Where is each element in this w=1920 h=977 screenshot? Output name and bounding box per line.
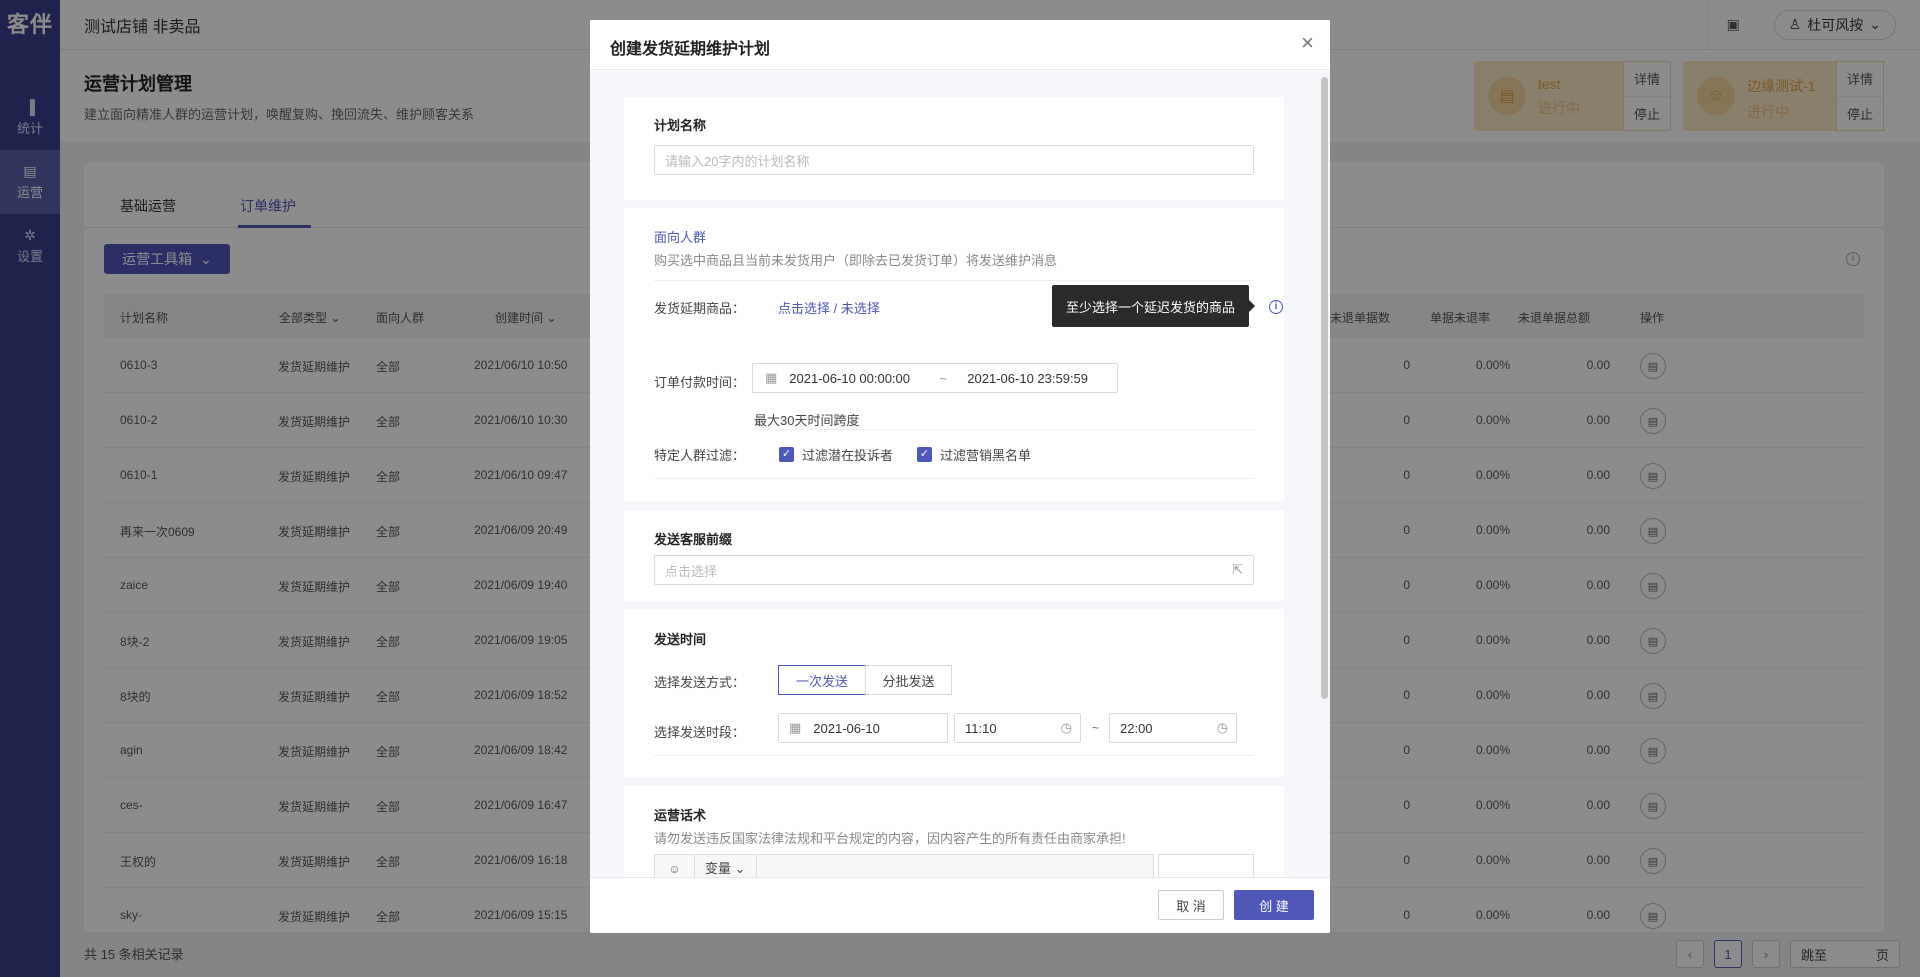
pay-time-range-picker[interactable]: ▦ 2021-06-10 00:00:00 ~ 2021-06-10 23:59…	[752, 363, 1118, 393]
variable-dropdown[interactable]: 变量 ⌄	[695, 855, 757, 877]
script-title: 运营话术	[654, 808, 707, 823]
modal-footer: 取 消 创 建	[590, 877, 1330, 933]
calendar-icon: ▦	[789, 720, 802, 735]
cancel-button[interactable]: 取 消	[1158, 890, 1224, 920]
delay-product-label: 发货延期商品：	[654, 301, 746, 316]
emoji-icon[interactable]: ☺	[655, 855, 695, 877]
pay-time-label: 订单付款时间：	[654, 375, 746, 390]
prefix-select[interactable]: 点击选择 ⇱	[654, 555, 1254, 585]
modal-header: 创建发货延期维护计划 ×	[590, 20, 1330, 70]
modal-title: 创建发货延期维护计划	[610, 41, 771, 58]
send-end-time-value: 22:00	[1120, 720, 1153, 736]
info-icon[interactable]: i	[1269, 300, 1283, 314]
range-separator: ~	[939, 370, 947, 386]
close-icon[interactable]: ×	[1301, 32, 1314, 54]
modal-body: 计划名称 请输入20字内的计划名称 面向人群 购买选中商品且当前未发货用户（即除…	[590, 71, 1330, 877]
time-range-separator: ~	[1092, 721, 1100, 735]
send-date-value: 2021-06-10	[813, 720, 880, 736]
external-link-icon: ⇱	[1232, 562, 1243, 577]
divider	[752, 429, 1254, 430]
prefix-section: 发送客服前缀 点击选择 ⇱	[624, 510, 1284, 601]
select-product-link[interactable]: 点击选择 / 未选择	[778, 298, 880, 317]
pay-time-start: 2021-06-10 00:00:00	[789, 370, 911, 386]
tooltip: 至少选择一个延迟发货的商品	[1052, 285, 1256, 327]
filter-blacklist-checkbox[interactable]: ✓	[917, 447, 932, 462]
divider	[654, 478, 1254, 479]
create-button[interactable]: 创 建	[1234, 890, 1314, 920]
script-side-box	[1158, 854, 1254, 877]
send-end-time-picker[interactable]: 22:00 ◷	[1109, 713, 1237, 743]
prefix-title: 发送客服前缀	[654, 532, 733, 547]
send-batch-option[interactable]: 分批发送	[865, 665, 952, 695]
clock-icon: ◷	[1060, 720, 1072, 735]
filter-blacklist-label: 过滤营销黑名单	[940, 448, 1032, 463]
divider	[654, 755, 1254, 756]
send-date-picker[interactable]: ▦ 2021-06-10	[778, 713, 948, 743]
send-start-time-picker[interactable]: 11:10 ◷	[954, 713, 1081, 743]
audience-title: 面向人群	[654, 230, 707, 245]
send-time-title: 发送时间	[654, 632, 707, 647]
send-period-label: 选择发送时段：	[654, 725, 746, 740]
send-mode-label: 选择发送方式：	[654, 675, 746, 690]
send-time-section: 发送时间 选择发送方式： 一次发送 分批发送 选择发送时段： ▦ 2021-06…	[624, 609, 1284, 777]
send-start-time-value: 11:10	[965, 720, 997, 736]
script-section: 运营话术 请勿发送违反国家法律法规和平台规定的内容，因内容产生的所有责任由商家承…	[624, 786, 1284, 877]
plan-name-label: 计划名称	[654, 118, 707, 133]
filter-complainers-checkbox[interactable]: ✓	[779, 447, 794, 462]
divider	[654, 280, 1254, 281]
max-span-hint: 最大30天时间跨度	[754, 413, 860, 428]
script-desc: 请勿发送违反国家法律法规和平台规定的内容，因内容产生的所有责任由商家承担!	[654, 831, 1126, 846]
plan-name-section: 计划名称 请输入20字内的计划名称	[624, 97, 1284, 200]
clock-icon: ◷	[1216, 720, 1228, 735]
modal-scrollbar[interactable]	[1321, 77, 1328, 699]
pay-time-end: 2021-06-10 23:59:59	[967, 370, 1089, 386]
send-once-option[interactable]: 一次发送	[778, 665, 866, 695]
variable-dropdown-label: 变量	[705, 861, 732, 876]
calendar-icon: ▦	[765, 370, 778, 385]
filter-complainers-label: 过滤潜在投诉者	[802, 448, 894, 463]
audience-desc: 购买选中商品且当前未发货用户（即除去已发货订单）将发送维护消息	[654, 253, 1058, 268]
audience-section: 面向人群 购买选中商品且当前未发货用户（即除去已发货订单）将发送维护消息 发货延…	[624, 208, 1284, 501]
crowd-filter-label: 特定人群过滤：	[654, 448, 746, 463]
plan-name-input[interactable]: 请输入20字内的计划名称	[654, 145, 1254, 175]
script-editor-toolbar: ☺ 变量 ⌄	[654, 854, 1154, 877]
create-plan-modal: 创建发货延期维护计划 × 计划名称 请输入20字内的计划名称 面向人群 购买选中…	[590, 20, 1330, 933]
prefix-placeholder: 点击选择	[665, 563, 718, 579]
